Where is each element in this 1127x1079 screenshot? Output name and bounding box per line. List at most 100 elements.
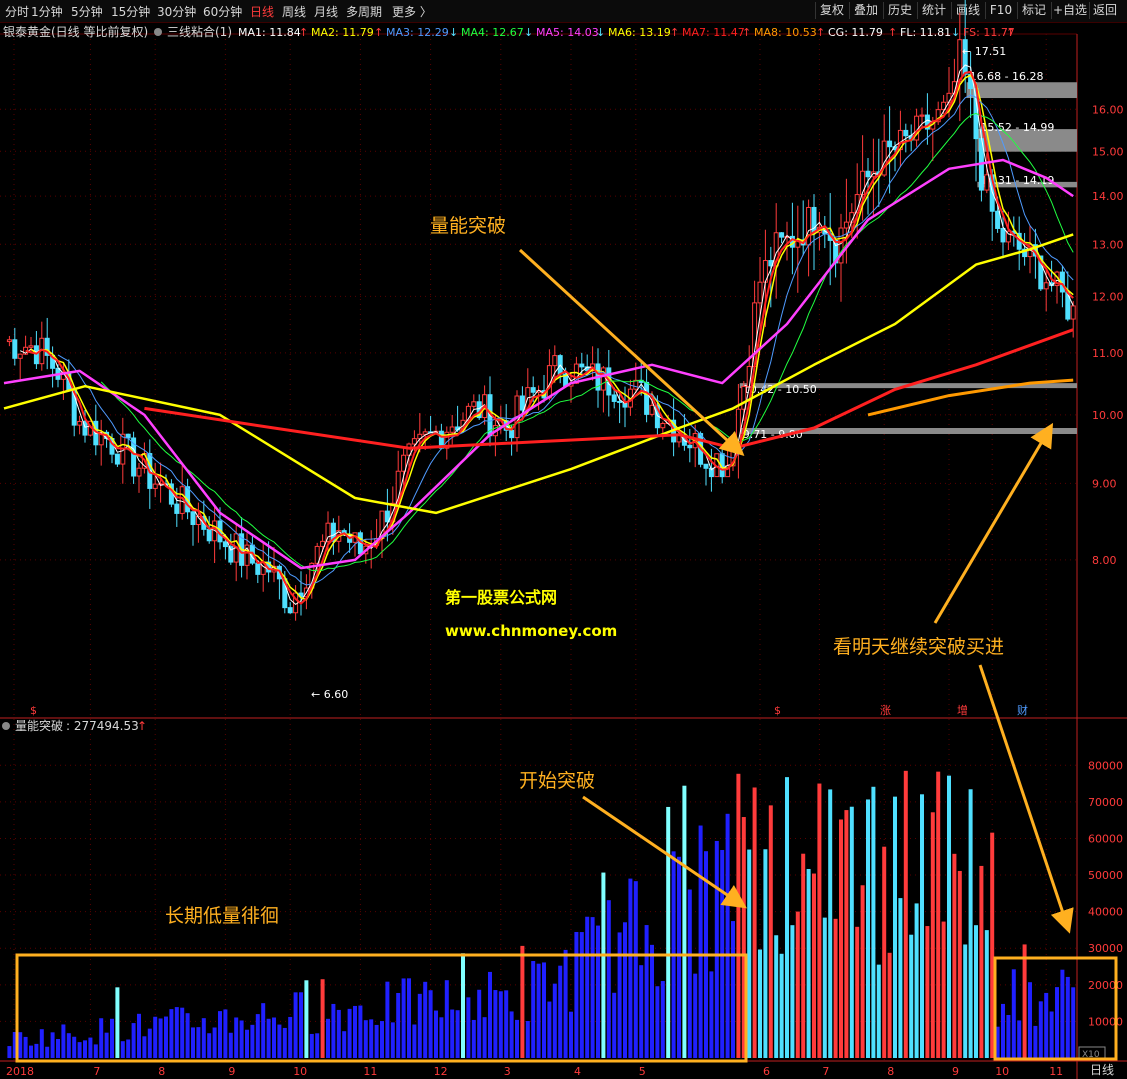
volume-bar bbox=[131, 1023, 136, 1058]
price-tick-label: 12.00 bbox=[1092, 290, 1124, 303]
volume-bar bbox=[963, 944, 968, 1058]
candle-body bbox=[644, 381, 650, 415]
x-tick-label: 7 bbox=[93, 1065, 100, 1078]
ma-arrow: ↓ bbox=[524, 26, 533, 39]
volume-bar bbox=[833, 918, 838, 1058]
candle-body bbox=[519, 395, 525, 411]
indicator-name: 三线粘合(1) bbox=[167, 24, 232, 39]
indicator-dot bbox=[154, 28, 162, 36]
volume-bar bbox=[482, 1017, 487, 1058]
candle-body bbox=[411, 438, 417, 445]
volume-bar bbox=[228, 1032, 233, 1058]
candle-body bbox=[633, 379, 639, 390]
volume-bar bbox=[687, 889, 692, 1058]
volume-bar bbox=[677, 856, 681, 1058]
volume-bar bbox=[29, 1045, 33, 1058]
volume-bar bbox=[212, 1027, 217, 1058]
volume-tick-label: 30000 bbox=[1088, 942, 1123, 955]
volume-bar bbox=[736, 773, 741, 1058]
volume-bar bbox=[558, 965, 563, 1058]
candle-body bbox=[984, 174, 990, 191]
volume-bar bbox=[709, 971, 714, 1058]
price-tick-label: 11.00 bbox=[1092, 347, 1124, 360]
volume-bar bbox=[866, 799, 870, 1058]
volume-bar bbox=[7, 1046, 12, 1058]
volume-bar bbox=[871, 786, 876, 1058]
arrow-buy-price bbox=[933, 422, 1054, 624]
ma-arrow: ↑ bbox=[374, 26, 383, 39]
x-tick-label: 8 bbox=[887, 1065, 894, 1078]
x-tick-label: 3 bbox=[504, 1065, 511, 1078]
volume-tick-label: 80000 bbox=[1088, 759, 1123, 772]
volume-bar bbox=[23, 1036, 28, 1058]
volume-bar bbox=[693, 973, 698, 1058]
volume-bar bbox=[147, 1028, 152, 1058]
volume-bar bbox=[39, 1029, 44, 1058]
volume-bar bbox=[363, 1020, 368, 1058]
x-tick-label: 7 bbox=[822, 1065, 829, 1078]
watermark-url: www.chnmoney.com bbox=[445, 622, 617, 640]
volume-bar bbox=[115, 987, 120, 1058]
fast-ma-line bbox=[25, 70, 1074, 605]
volume-bar bbox=[142, 1036, 147, 1058]
volume-bar bbox=[623, 922, 627, 1058]
ma-value: MA3: 12.29 bbox=[386, 26, 449, 39]
candle-body bbox=[860, 170, 866, 196]
annotation-layer: 量能突破开始突破长期低量徘徊 看明天继续突破买进 第一股票公式网 www.chnmon… bbox=[15, 215, 1118, 1063]
volume-bar bbox=[423, 981, 428, 1058]
volume-bar bbox=[444, 980, 449, 1058]
candle-body bbox=[617, 400, 623, 403]
volume-bar bbox=[601, 872, 606, 1058]
ma-value: MA5: 14.03 bbox=[536, 26, 599, 39]
volume-bar bbox=[18, 1032, 23, 1058]
volume-bar bbox=[255, 1014, 260, 1058]
volume-bar bbox=[493, 990, 498, 1058]
candle-body bbox=[887, 140, 893, 148]
volume-bar bbox=[153, 1016, 158, 1058]
ma-value: MA7: 11.47 bbox=[682, 26, 745, 39]
candle-body bbox=[325, 522, 331, 542]
annotation-buy-tomorrow: 看明天继续突破买进 bbox=[833, 636, 1004, 658]
volume-bar bbox=[185, 1013, 190, 1058]
price-tick-label: 8.00 bbox=[1092, 554, 1117, 567]
volume-bar bbox=[315, 1033, 320, 1058]
volume-bar bbox=[795, 911, 800, 1058]
volume-bar bbox=[1060, 969, 1065, 1058]
volume-bar bbox=[88, 1037, 93, 1058]
volume-bar bbox=[1038, 1001, 1043, 1058]
short-ma-line bbox=[19, 64, 1074, 606]
candle-body bbox=[136, 467, 142, 477]
short-ma-line bbox=[57, 94, 1074, 586]
volume-bar bbox=[137, 1013, 141, 1058]
volume-bar bbox=[1044, 992, 1049, 1058]
ma-arrow: ↑ bbox=[299, 26, 308, 39]
candle-body bbox=[703, 463, 709, 469]
event-marker: 增 bbox=[957, 703, 968, 717]
volume-bar bbox=[617, 932, 622, 1058]
candle-body bbox=[28, 345, 34, 348]
candle-body bbox=[865, 170, 871, 178]
volume-bar bbox=[860, 885, 865, 1058]
volume-bar bbox=[612, 992, 617, 1058]
watermark-name: 第一股票公式网 bbox=[445, 588, 557, 607]
candle-body bbox=[611, 394, 617, 402]
volume-bar bbox=[839, 819, 843, 1058]
volume-bar bbox=[785, 777, 789, 1058]
ma-arrow: ↓ bbox=[951, 26, 960, 39]
x-tick-label: 12 bbox=[434, 1065, 448, 1078]
volume-bar bbox=[520, 945, 525, 1058]
volume-bar bbox=[957, 870, 962, 1058]
volume-bar bbox=[1065, 976, 1070, 1058]
volume-bar bbox=[979, 865, 984, 1058]
volume-bar bbox=[952, 853, 957, 1058]
arrow-volume-breakout bbox=[518, 248, 745, 457]
volume-bar bbox=[250, 1024, 255, 1058]
event-marker: $ bbox=[30, 704, 37, 717]
volume-tick-label: 40000 bbox=[1088, 906, 1123, 919]
volume-bar bbox=[385, 981, 390, 1058]
volume-bar bbox=[876, 964, 881, 1058]
volume-bar bbox=[428, 990, 433, 1058]
candle-body bbox=[190, 511, 196, 526]
period-label: 日线 bbox=[1090, 1063, 1114, 1077]
volume-bar bbox=[407, 978, 411, 1058]
